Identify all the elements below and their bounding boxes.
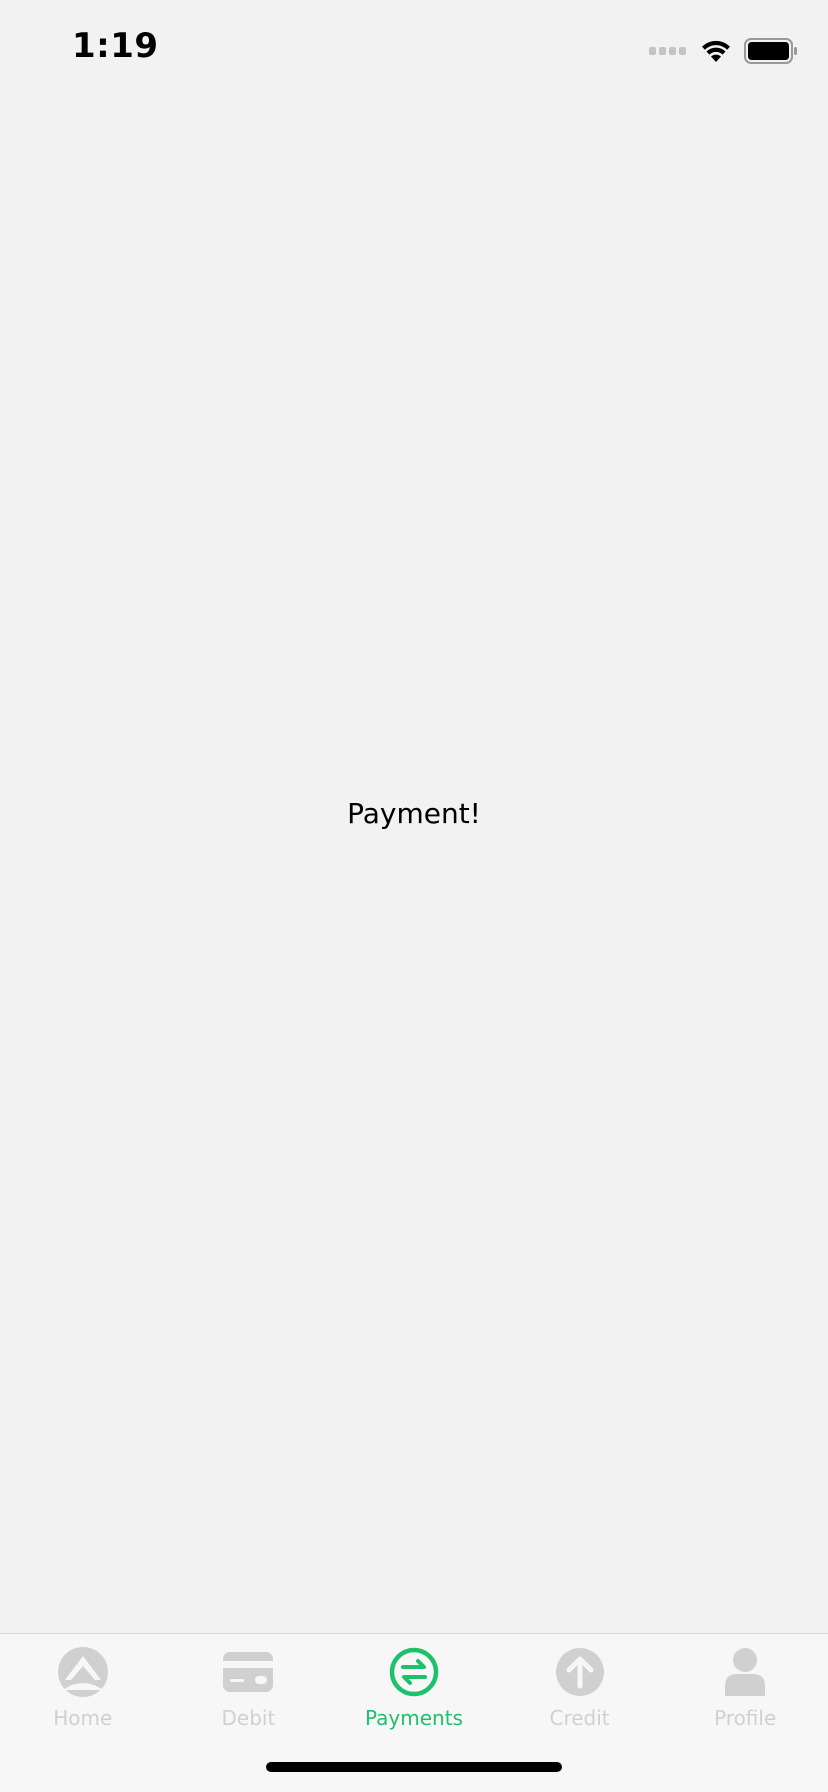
battery-icon [744, 38, 797, 64]
status-bar: 1:19 [0, 0, 828, 100]
app-screen: 1:19 Payment! Home Debit Payments Credit… [0, 0, 828, 1792]
home-icon [57, 1646, 109, 1698]
signal-icon [649, 47, 686, 55]
tab-label: Payments [364, 1706, 463, 1730]
wifi-icon [702, 40, 730, 62]
tab-payments[interactable]: Payments [331, 1634, 497, 1744]
tab-credit[interactable]: Credit [497, 1634, 663, 1744]
card-icon [222, 1646, 274, 1698]
status-time: 1:19 [72, 26, 159, 66]
arrow-up-circle-icon [554, 1646, 606, 1698]
tab-debit[interactable]: Debit [166, 1634, 332, 1744]
person-icon [719, 1646, 771, 1698]
main-content: Payment! [0, 100, 828, 1633]
page-message: Payment! [347, 797, 481, 830]
tab-bar: Home Debit Payments Credit Profile [0, 1633, 828, 1792]
exchange-icon [388, 1646, 440, 1698]
tab-label: Debit [221, 1706, 276, 1730]
tab-label: Profile [714, 1706, 777, 1730]
status-icons [649, 36, 798, 66]
tab-label: Credit [549, 1706, 610, 1730]
tab-label: Home [53, 1706, 113, 1730]
tab-home[interactable]: Home [0, 1634, 166, 1744]
tab-profile[interactable]: Profile [662, 1634, 828, 1744]
home-indicator[interactable] [266, 1762, 562, 1772]
